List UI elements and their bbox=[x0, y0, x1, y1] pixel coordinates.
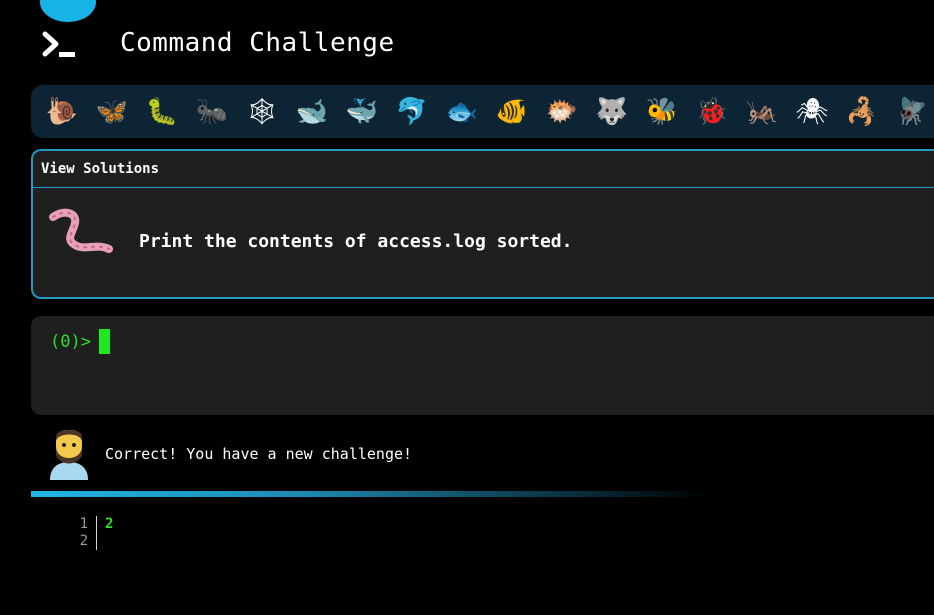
caterpillar-icon[interactable]: 🐛 bbox=[137, 90, 187, 134]
spider-web-icon[interactable]: 🕸 bbox=[237, 90, 287, 134]
whale-icon[interactable]: 🐋 bbox=[287, 90, 337, 134]
dolphin-icon[interactable]: 🐬 bbox=[387, 90, 437, 134]
terminal-prompt-icon bbox=[42, 31, 75, 57]
emoji-bar: 🐌 🦋 🐛 🐜 🕸 🐋 🐳 🐬 🐟 🐠 🐡 🐺 🐝 🐞 🦗 🕷 🦂 🪰 bbox=[31, 85, 934, 138]
feedback-message: Correct! You have a new challenge! bbox=[105, 445, 413, 463]
output-viewer: 122 bbox=[60, 516, 113, 550]
spider-icon[interactable]: 🕷 bbox=[787, 90, 837, 134]
scorpion-icon[interactable]: 🦂 bbox=[837, 90, 887, 134]
line-text bbox=[97, 533, 105, 550]
challenge-text: Print the contents of access.log sorted. bbox=[139, 231, 573, 252]
line-text: 2 bbox=[105, 516, 114, 532]
terminal-cursor bbox=[99, 329, 110, 354]
worm-icon bbox=[49, 208, 113, 253]
fish-icon[interactable]: 🐟 bbox=[437, 90, 487, 134]
terminal-input[interactable]: (0)> bbox=[31, 316, 934, 415]
ant-icon[interactable]: 🐜 bbox=[187, 90, 237, 134]
output-line: 2 bbox=[60, 533, 113, 550]
output-line: 12 bbox=[60, 516, 113, 533]
bearded-man-icon bbox=[50, 430, 88, 480]
blowfish-icon[interactable]: 🐡 bbox=[537, 90, 587, 134]
top-decoration-dot bbox=[40, 0, 96, 22]
app-title: Command Challenge bbox=[120, 28, 395, 58]
solutions-panel: View Solutions Print the contents of acc… bbox=[31, 149, 934, 299]
tropical-fish-icon[interactable]: 🐠 bbox=[487, 90, 537, 134]
butterfly-icon[interactable]: 🦋 bbox=[87, 90, 137, 134]
terminal-prompt: (0)> bbox=[50, 332, 91, 352]
ladybug-icon[interactable]: 🐞 bbox=[687, 90, 737, 134]
cricket-icon[interactable]: 🦗 bbox=[737, 90, 787, 134]
fly-icon[interactable]: 🪰 bbox=[887, 90, 934, 134]
line-number: 1 bbox=[60, 516, 97, 533]
progress-bar bbox=[31, 491, 711, 497]
snail-icon[interactable]: 🐌 bbox=[37, 90, 87, 134]
spouting-whale-icon[interactable]: 🐳 bbox=[337, 90, 387, 134]
bee-icon[interactable]: 🐝 bbox=[637, 90, 687, 134]
view-solutions-button[interactable]: View Solutions bbox=[33, 151, 934, 188]
line-number: 2 bbox=[60, 533, 97, 550]
wolf-icon[interactable]: 🐺 bbox=[587, 90, 637, 134]
